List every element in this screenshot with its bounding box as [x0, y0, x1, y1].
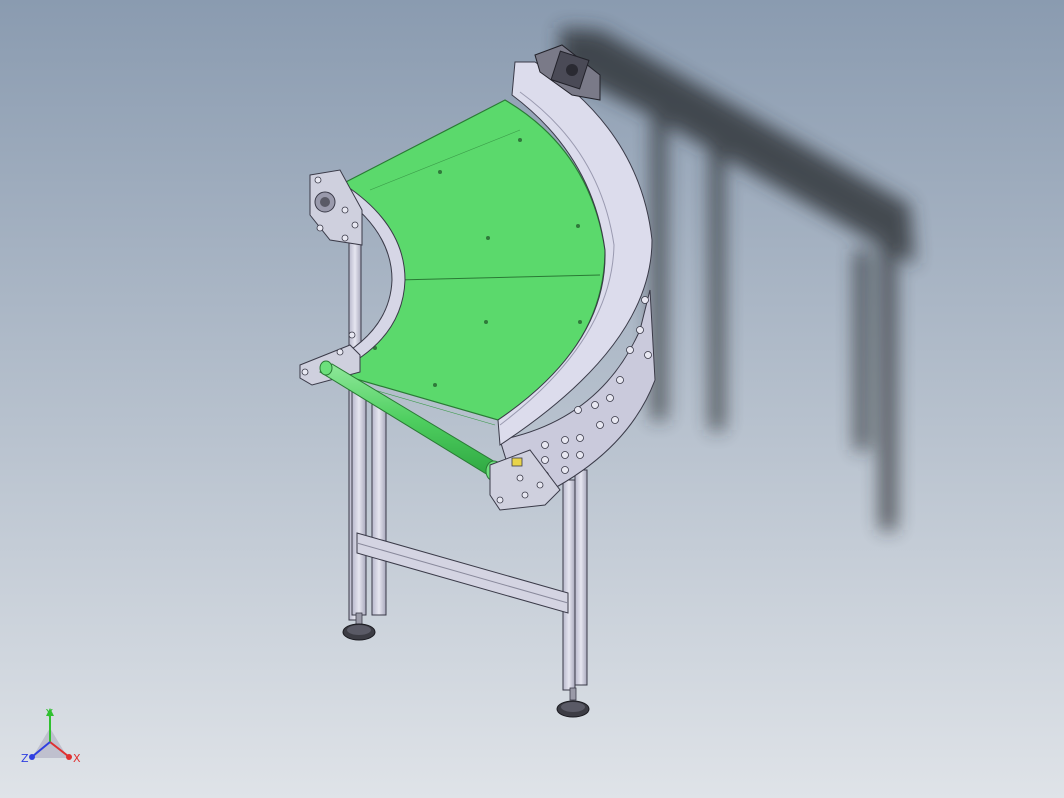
triad-x-label: X: [73, 752, 81, 765]
triad-y-label: Y: [45, 707, 53, 720]
model-scene[interactable]: Y X Z: [0, 0, 1064, 798]
leg-front-right: [562, 469, 588, 691]
cad-viewport[interactable]: Y X Z: [0, 0, 1064, 798]
triad-z-label: Z: [21, 752, 29, 765]
